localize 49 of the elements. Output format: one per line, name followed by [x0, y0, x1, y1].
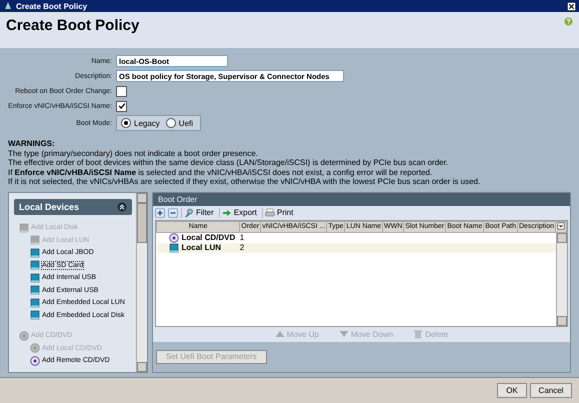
section-title: Local Devices [19, 202, 80, 212]
disc-icon [19, 330, 29, 341]
dialog-heading: Create Boot Policy [6, 17, 140, 36]
close-icon [567, 2, 576, 10]
dialog-button[interactable]: OK [497, 383, 527, 398]
disc-icon [30, 343, 40, 354]
warning-text: The type (primary/secondary) does not indicate a boot order presence. [8, 148, 259, 158]
remove-icon [168, 208, 178, 218]
check-icon [118, 102, 126, 110]
trash-icon [413, 329, 424, 339]
scrollbar[interactable] [556, 232, 567, 326]
table-row[interactable]: Local CD/DVD 1 [156, 232, 566, 242]
radio-label: Uefi [178, 118, 194, 128]
arrow-icon [222, 208, 232, 218]
collapse-icon [117, 202, 127, 212]
scrollbar[interactable] [136, 192, 147, 372]
add-icon [155, 208, 165, 218]
scroll-up-button[interactable] [137, 192, 147, 202]
checkbox[interactable] [116, 86, 127, 96]
warning-text: The effective order of boot devices within the same device class (LAN/Storage/iSCSI) is determined by PCIe bus scan order. [8, 158, 450, 168]
scroll-thumb[interactable] [137, 202, 147, 242]
triangle-up-icon [274, 329, 285, 339]
scroll-down-button[interactable] [137, 362, 147, 372]
table-cell: 1 [240, 233, 244, 242]
toolbar-button[interactable]: Filter [181, 208, 216, 218]
disc-icon [168, 232, 178, 242]
scroll-up-button[interactable] [557, 232, 567, 242]
toolbar-button[interactable]: Print [262, 208, 296, 218]
scroll-down-button[interactable] [557, 316, 567, 326]
warning-text: If Enforce vNIC/vHBA/iSCSI Name is selected and the vNIC/vHBA/iSCSI does not exist, a config error will be reported. [8, 168, 434, 177]
radio-button[interactable] [166, 118, 176, 128]
dialog-button[interactable]: Cancel [530, 383, 572, 398]
table-row[interactable]: Local LUN 2 [156, 242, 566, 252]
filter-icon [184, 208, 194, 218]
toolbar-button[interactable]: Export [218, 208, 259, 218]
warnings-title: WARNINGS: [8, 139, 56, 148]
triangle-down-icon [338, 329, 349, 339]
checkbox[interactable] [116, 100, 127, 112]
table-cell: Local CD/DVD [182, 233, 236, 242]
panel-title: Boot Order [153, 192, 570, 206]
help-icon [564, 17, 573, 26]
table-cell: 2 [240, 243, 244, 252]
table-cell: Local LUN [182, 243, 222, 252]
disc-icon [30, 356, 40, 366]
radio-label: Legacy [134, 118, 160, 128]
printer-icon [264, 208, 275, 218]
warning-text: If it is not selected, the vNICs/vHBAs are selected if they exist, otherwise the vNIC/vHBA with the lowest PCIe bus scan order is used. [8, 177, 482, 186]
radio-button[interactable] [121, 118, 131, 128]
window-title: Create Boot Policy [16, 2, 88, 10]
